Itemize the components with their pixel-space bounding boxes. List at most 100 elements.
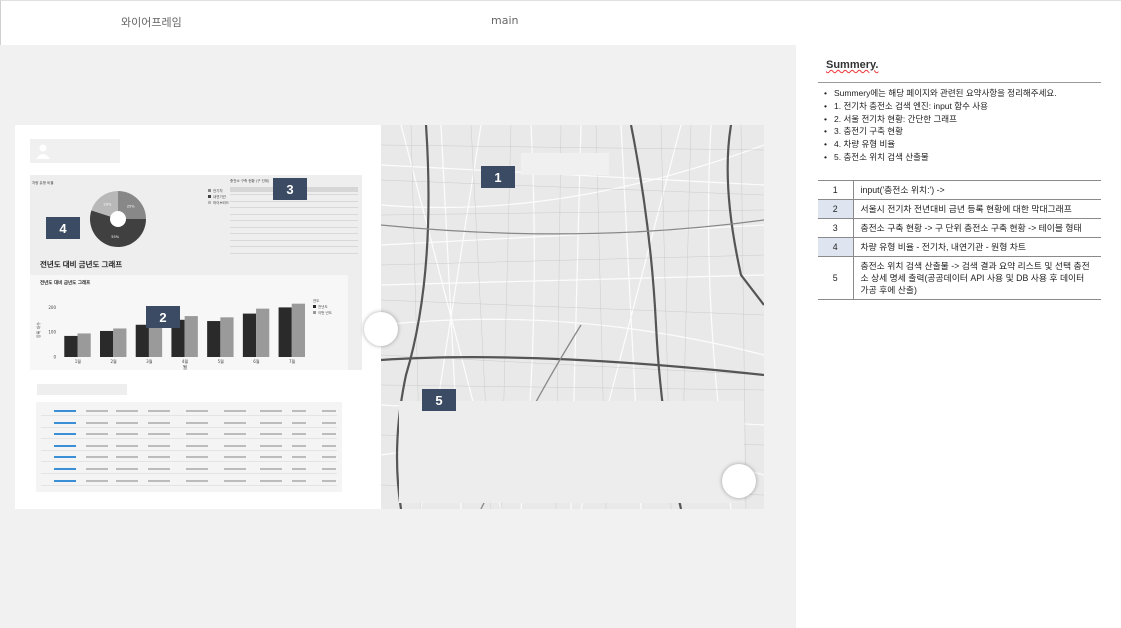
bar-prev [242,313,257,357]
list-divider [41,461,337,463]
list-item-line [322,444,336,447]
wireframe-canvas: 차량 유형 비율 25% 55% 20% 전기차 내연기관 하이브리드 충전소 구축… [0,45,796,628]
user-icon [36,144,50,159]
y-axis-label: 등록 대수 [35,322,41,338]
bar-chart: 0 100 200 등록 대수 1월 2월 3월 4월 5월 6월 7월월 [35,303,305,370]
list-item-line [86,433,108,436]
slide-toggle-button[interactable] [364,312,398,346]
list-item-line [322,479,336,482]
tab-wireframe[interactable]: 와이어프레임 [121,14,182,30]
x-tick-label: 7월 [289,358,296,364]
user-header [30,139,120,163]
bar-legend: 연도 전년도 이번 년도 [313,299,332,315]
mini-table-row [230,226,358,228]
table-row: 4 차량 유형 비율 - 전기차, 내연기관 - 원형 차트 [818,237,1101,257]
list-item-line [186,468,208,470]
summary-table: 1 input('충전소 위치:') -> 2 서울시 전기차 전년대비 금년 등록… [818,180,1101,300]
mini-table-row [230,239,358,241]
mini-table-row [230,213,358,215]
list-item-line [148,444,170,447]
bullet-item: Summery에는 해당 페이지와 관련된 요약사항을 정리해주세요. [824,87,1099,100]
row-text: input('충전소 위치:') -> [853,180,1101,200]
bar-prev [207,321,221,357]
list-item-line [292,410,306,412]
list-item-line [86,421,108,424]
list-item-line [116,468,138,470]
tab-main[interactable]: main [491,14,518,27]
list-item-line [186,410,208,412]
summary-panel: Summery. Summery에는 해당 페이지와 관련된 요약사항을 정리해… [796,45,1121,628]
summary-bullets: Summery에는 해당 페이지와 관련된 요약사항을 정리해주세요. 1. 전… [824,87,1099,164]
list-item-line [292,444,306,447]
table-row: 3 충전소 구축 현황 -> 구 단위 충전소 구축 현황 -> 테이블 형태 [818,218,1101,238]
list-item-line [292,433,306,436]
list-item-line [186,479,208,482]
x-tick-label: 3월 [146,358,153,364]
x-tick-label: 6월 [253,358,260,364]
badge-4: 4 [46,217,80,239]
list-item-line [260,433,282,436]
list-item-line [292,421,306,424]
list-item-line [260,456,282,459]
list-item-line [186,433,208,436]
bar-prev [135,324,149,357]
row-number: 3 [818,218,854,238]
list-item-line [116,479,138,482]
bar-curr [256,308,270,357]
mini-table-row [230,200,358,202]
map-view[interactable]: 1 5 [381,125,764,509]
list-item-line [322,433,336,436]
mini-table-title: 충전소 구축 현황 (구 단위) [230,179,270,183]
list-item-line [116,444,138,447]
x-tick-label: 4월 [182,358,189,364]
list-item-line [322,468,336,470]
pie-legend: 전기차 내연기관 하이브리드 [208,189,229,207]
street-map [381,125,764,509]
list-item-line [260,421,282,424]
list-item-line [260,479,282,482]
list-item-line [224,444,246,447]
list-item-line [186,421,208,424]
map-action-button[interactable] [722,464,756,498]
list-item-line [148,433,170,436]
bar-curr [184,316,198,357]
list-divider [41,426,337,428]
badge-1: 1 [481,166,515,188]
mini-table-row [230,207,358,208]
dashboard-panel: 차량 유형 비율 25% 55% 20% 전기차 내연기관 하이브리드 충전소 구축… [15,125,381,509]
list-item-line [116,456,138,459]
row-number: 4 [818,237,854,257]
list-item-line [292,456,306,459]
pie-slice-label: 25% [127,204,135,208]
list-item-line [116,410,138,412]
list-item-accent [54,421,76,424]
list-item-line [86,468,108,470]
bullet-item: 2. 서울 전기차 현황: 간단한 그래프 [824,113,1099,126]
summary-title: Summery. [826,59,879,71]
list-item-line [148,479,170,482]
bullet-item: 3. 충전기 구축 현황 [824,125,1099,138]
badge-2: 2 [146,306,180,328]
list-item-line [292,468,306,470]
y-tick-label: 0 [53,355,56,360]
list-item-line [224,433,246,436]
bar-prev [278,307,292,357]
bar-curr [220,317,234,357]
summary-divider [818,82,1101,83]
list-item-line [260,468,282,470]
list-item-line [260,410,282,412]
pie-title: 차량 유형 비율 [32,181,54,185]
row-number: 2 [818,199,854,219]
list-item-line [86,410,108,412]
bullet-item: 4. 차량 유형 비율 [824,138,1099,151]
pie-slice-label: 55% [111,235,119,239]
list-item-accent [54,468,76,470]
list-item-line [116,433,138,436]
list-item-line [186,456,208,459]
x-axis-label: 월 [183,364,187,370]
list-item-accent [54,410,76,412]
list-item-line [148,421,170,424]
list-divider [41,484,337,486]
badge-5: 5 [422,389,456,411]
list-divider [41,473,337,474]
